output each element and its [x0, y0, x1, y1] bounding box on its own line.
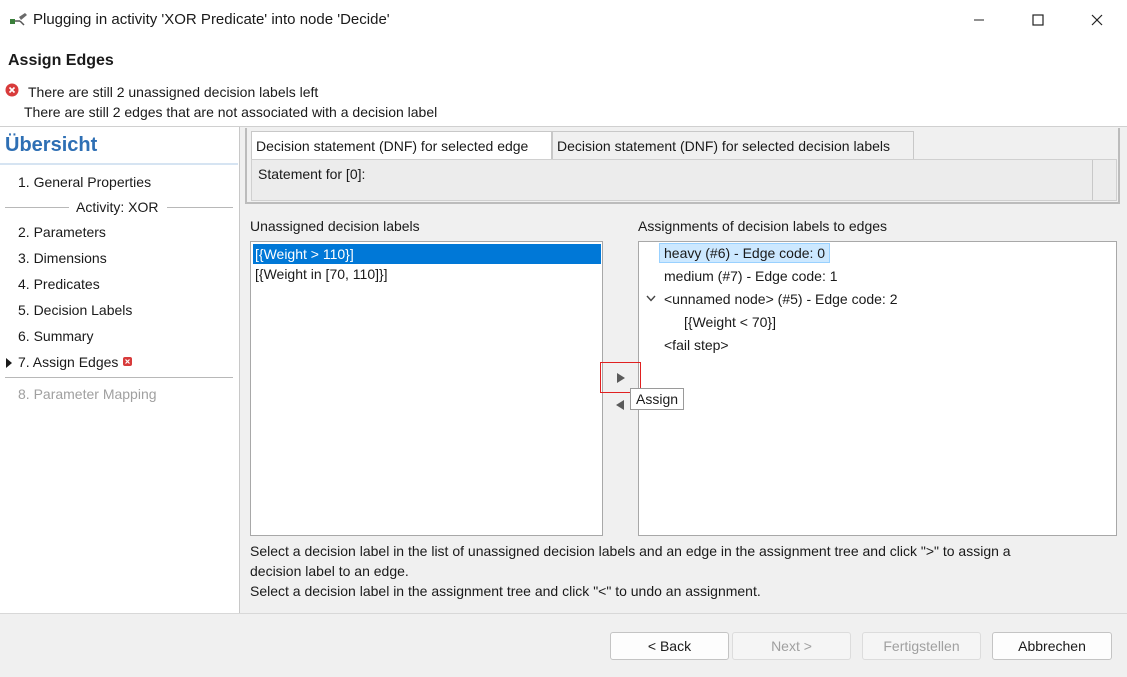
help-text: decision label to an edge. [250, 563, 409, 579]
list-item[interactable]: [{Weight > 110}] [253, 244, 601, 264]
maximize-button[interactable] [1009, 0, 1067, 40]
sidebar-item-general-properties[interactable]: 1. General Properties [18, 174, 151, 190]
statement-text: Statement for [0]: [258, 166, 366, 182]
help-text: Select a decision label in the assignmen… [250, 583, 761, 599]
assignments-heading: Assignments of decision labels to edges [638, 218, 888, 234]
overview-title: Übersicht [5, 134, 98, 156]
close-button[interactable] [1068, 0, 1126, 40]
unassigned-labels-list[interactable] [250, 241, 603, 536]
back-button[interactable]: < Back [610, 632, 729, 660]
workflow-plug-icon [10, 13, 27, 26]
unassign-button[interactable] [611, 396, 629, 414]
error-badge-icon [123, 357, 132, 366]
sidebar-item-parameter-mapping: 8. Parameter Mapping [18, 386, 157, 402]
group-divider [167, 207, 233, 208]
sidebar-divider [5, 377, 233, 378]
tree-node[interactable]: heavy (#6) - Edge code: 0 [659, 243, 831, 263]
sidebar-group-label: Activity: XOR [76, 199, 159, 215]
maximize-icon [1032, 14, 1044, 26]
current-page-arrow-icon [6, 358, 12, 368]
minimize-icon [974, 19, 984, 21]
finish-button[interactable]: Fertigstellen [862, 632, 981, 660]
sidebar-group-activity: Activity: XOR [5, 199, 233, 215]
tree-node[interactable]: <unnamed node> (#5) - Edge code: 2 [664, 291, 898, 307]
page-title: Assign Edges [8, 52, 114, 69]
sidebar-item-predicates[interactable]: 4. Predicates [18, 276, 100, 292]
overview-title-underline [0, 163, 238, 165]
assignments-tree[interactable] [638, 241, 1117, 536]
arrow-left-icon [616, 400, 624, 410]
next-button[interactable]: Next > [732, 632, 851, 660]
sidebar-item-parameters[interactable]: 2. Parameters [18, 224, 106, 240]
chevron-down-icon[interactable] [646, 295, 656, 303]
statement-panel [251, 159, 1117, 201]
close-icon [1091, 14, 1103, 26]
arrow-right-icon [616, 372, 625, 383]
tree-node[interactable]: [{Weight < 70}] [684, 314, 776, 330]
tab-statement-for-labels[interactable]: Decision statement (DNF) for selected de… [552, 131, 914, 159]
minimize-button[interactable] [950, 0, 1008, 40]
sidebar-item-dimensions[interactable]: 3. Dimensions [18, 250, 107, 266]
sidebar-item-summary[interactable]: 6. Summary [18, 328, 93, 344]
window-title: Plugging in activity 'XOR Predicate' int… [33, 11, 390, 28]
sidebar-item-decision-labels[interactable]: 5. Decision Labels [18, 302, 132, 318]
tree-node[interactable]: <fail step> [664, 337, 729, 353]
sidebar-item-assign-edges[interactable]: 7. Assign Edges [18, 354, 118, 370]
statement-divider [1092, 160, 1093, 200]
error-message: There are still 2 edges that are not ass… [24, 104, 438, 120]
unassigned-labels-heading: Unassigned decision labels [250, 218, 420, 234]
assign-tooltip: Assign [630, 388, 685, 410]
cancel-button[interactable]: Abbrechen [992, 632, 1112, 660]
help-text: Select a decision label in the list of u… [250, 543, 1011, 559]
tree-node[interactable]: medium (#7) - Edge code: 1 [664, 268, 838, 284]
tab-statement-for-edge[interactable]: Decision statement (DNF) for selected ed… [251, 131, 552, 159]
error-icon [5, 83, 19, 97]
list-item[interactable]: [{Weight in [70, 110]}] [253, 264, 388, 284]
error-message: There are still 2 unassigned decision la… [28, 84, 319, 100]
group-divider [5, 207, 69, 208]
